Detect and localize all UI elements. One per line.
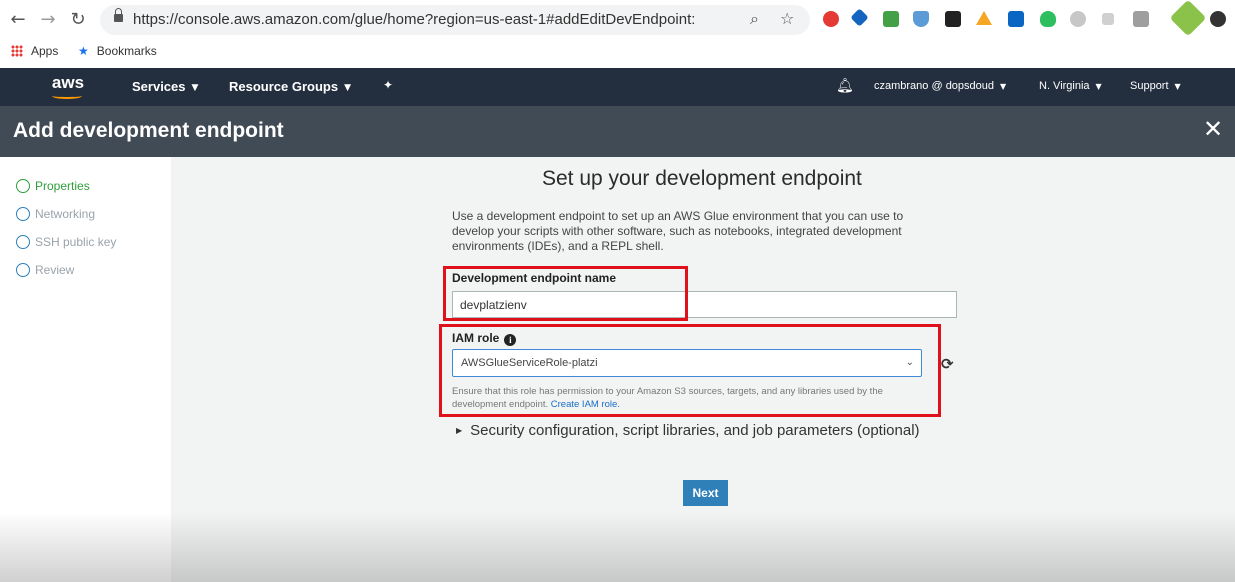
page-header: Add development endpoint ✕ (0, 106, 1235, 157)
forward-arrow-icon[interactable]: → (38, 9, 58, 31)
next-button[interactable]: Next (683, 480, 728, 506)
mail-extension-icon[interactable] (883, 11, 899, 27)
aws-smile-icon (52, 93, 82, 99)
chevron-down-icon: ▼ (344, 83, 352, 93)
intro-text: Use a development endpoint to set up an … (452, 209, 904, 253)
apps-bookmark[interactable]: Apps (11, 44, 58, 58)
aws-top-nav: aws Services ▼ Resource Groups ▼ ✦ 🔔︎ czam… (0, 68, 1235, 106)
section-title: Set up your development endpoint (542, 167, 862, 190)
chevron-down-icon: ▼ (1095, 82, 1102, 91)
close-icon[interactable]: ✕ (1199, 115, 1227, 145)
step-ssh-public-key[interactable]: SSH public key (16, 235, 116, 253)
step-circle-icon (16, 263, 30, 277)
address-bar[interactable]: https://console.aws.amazon.com/glue/home… (100, 5, 810, 35)
region-menu[interactable]: N. Virginia ▼ (1039, 80, 1102, 92)
cloud-extension-icon[interactable] (1070, 11, 1086, 27)
support-menu[interactable]: Support ▼ (1130, 80, 1181, 92)
star-icon: ★ (78, 44, 89, 58)
lock-icon (114, 8, 123, 22)
triangle-extension-icon[interactable] (976, 11, 992, 25)
chevron-down-icon: ▼ (191, 83, 199, 93)
shield-extension-icon[interactable] (913, 11, 929, 27)
resource-groups-menu[interactable]: Resource Groups ▼ (229, 79, 351, 94)
back-arrow-icon[interactable]: ← (8, 9, 28, 31)
step-networking[interactable]: Networking (16, 207, 95, 225)
step-properties[interactable]: Properties (16, 179, 90, 197)
apps-grid-icon (11, 45, 23, 57)
zoom-icon[interactable]: ⌕ (750, 9, 759, 29)
tree-extension-icon[interactable] (1102, 13, 1114, 25)
evernote-extension-icon[interactable] (1040, 11, 1056, 27)
bookmarks-folder[interactable]: ★ Bookmarks (78, 44, 157, 58)
page-title: Add development endpoint (13, 119, 284, 142)
step-circle-icon (16, 235, 30, 249)
step-circle-icon (16, 207, 30, 221)
caret-right-icon: ▶ (456, 426, 463, 435)
step-review[interactable]: Review (16, 263, 74, 281)
step-circle-icon (16, 179, 30, 193)
refresh-icon[interactable]: ⟳ (941, 355, 954, 373)
facebook-extension-icon[interactable] (1133, 11, 1149, 27)
bookmark-star-icon[interactable]: ☆ (780, 9, 794, 28)
browser-toolbar: ← → ↻ https://console.aws.amazon.com/glu… (0, 0, 1235, 40)
diamond-extension-icon[interactable] (850, 8, 869, 27)
chevron-down-icon: ▼ (1174, 82, 1181, 91)
linkedin-extension-icon[interactable] (1008, 11, 1024, 27)
account-menu[interactable]: czambrano @ dopsdoud ▼ (874, 80, 1006, 92)
annotation-box-endpoint-name (443, 266, 688, 321)
user-extension-icon[interactable] (1169, 0, 1207, 37)
menu-extension-icon[interactable] (1210, 11, 1226, 27)
chevron-down-icon: ▼ (1000, 82, 1007, 91)
services-menu[interactable]: Services ▼ (132, 79, 198, 94)
url-text[interactable]: https://console.aws.amazon.com/glue/home… (133, 11, 695, 28)
optional-settings-expander[interactable]: ▶ Security configuration, script librarie… (456, 422, 920, 439)
bookmarks-bar: Apps ★ Bookmarks (0, 40, 1235, 68)
k-extension-icon[interactable] (945, 11, 961, 27)
annotation-box-iam-role (439, 324, 941, 417)
pin-icon[interactable]: ✦ (383, 78, 393, 92)
reload-icon[interactable]: ↻ (68, 9, 88, 31)
bell-icon[interactable]: 🔔︎ (836, 78, 854, 94)
opera-extension-icon[interactable] (823, 11, 839, 27)
